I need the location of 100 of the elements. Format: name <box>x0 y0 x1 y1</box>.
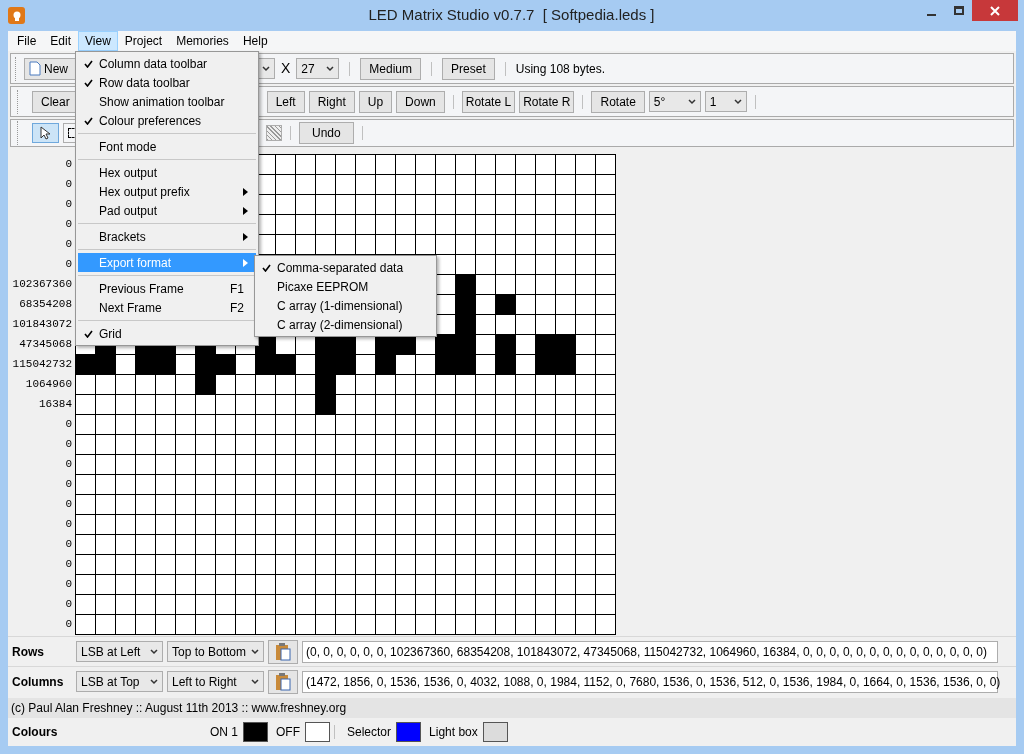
caret-icon <box>251 648 259 655</box>
data-bar-label: Rows <box>12 643 45 661</box>
count-dropdown[interactable]: 1 <box>704 91 747 112</box>
colour-label: OFF <box>276 724 300 741</box>
row-value: 102367360 <box>12 277 72 292</box>
row-value: 47345068 <box>19 337 72 352</box>
row-value: 68354208 <box>19 297 72 312</box>
clipboard-icon <box>275 642 291 661</box>
colour-swatch[interactable] <box>243 722 268 742</box>
rotate-button[interactable]: Rotate L <box>461 90 516 113</box>
row-value: 0 <box>65 517 72 532</box>
submenu-arrow-icon <box>243 187 248 196</box>
view-menu-item[interactable]: Hex output <box>78 163 256 182</box>
row-value: 0 <box>65 257 72 272</box>
row-value: 101843072 <box>12 317 72 332</box>
row-value: 16384 <box>39 397 72 412</box>
status-bar: (c) Paul Alan Freshney :: August 11th 2013 :: www.freshney.org <box>8 698 1016 718</box>
rotate-button[interactable]: Rotate <box>591 90 645 113</box>
close-button[interactable] <box>972 0 1018 21</box>
data-bar-label: Columns <box>12 673 65 691</box>
data-field[interactable]: (1472, 1856, 0, 1536, 1536, 0, 4032, 1088, 0, 1984, 1152, 0, 7680, 1536, 0, 1536, 512, 0, 1536, 1984, 0, 1664, 0, 1536, 1536, 0, 0) <box>302 670 998 693</box>
colour-swatch[interactable] <box>305 722 330 742</box>
maximize-icon <box>953 6 964 15</box>
paste-button[interactable] <box>268 669 298 694</box>
data-field[interactable]: (0, 0, 0, 0, 0, 0, 102367360, 68354208, 101843072, 47345068, 115042732, 1064960, 16384, 0, 0, 0, 0, 0, 0, 0, 0, 0, 0, 0, 0, 0, 0) <box>302 640 998 663</box>
shift-button[interactable]: Left <box>266 90 305 113</box>
check-icon <box>84 329 93 338</box>
view-menu-item[interactable]: Row data toolbar <box>78 73 256 92</box>
view-menu-item[interactable]: Next Frame F2 <box>78 298 256 317</box>
angle-dropdown[interactable]: 5° <box>648 91 701 112</box>
format-option[interactable]: C array (2-dimensional) <box>255 315 436 334</box>
select-tool[interactable] <box>32 123 59 143</box>
row-value: 0 <box>65 537 72 552</box>
check-icon <box>84 78 93 87</box>
row-value: 0 <box>65 597 72 612</box>
menu-item[interactable]: Edit <box>43 31 79 51</box>
row-value: 0 <box>65 177 72 192</box>
colour-label: Light box <box>429 724 478 741</box>
shift-button[interactable]: Down <box>396 90 445 113</box>
view-menu-item[interactable]: Colour preferences <box>78 111 256 130</box>
paste-button[interactable] <box>268 639 298 664</box>
colour-swatch[interactable] <box>482 722 508 742</box>
row-value: 0 <box>65 577 72 592</box>
submenu-arrow-icon <box>243 206 248 215</box>
times-label: X <box>281 59 291 78</box>
view-menu-item[interactable]: Hex output prefix <box>78 182 256 201</box>
bit-order-dropdown[interactable]: LSB at Left <box>76 641 163 662</box>
row-value: 115042732 <box>12 357 72 372</box>
view-menu-item[interactable]: Grid <box>78 324 256 343</box>
menu-item[interactable]: Memories <box>169 31 236 51</box>
shift-button[interactable]: Right <box>308 90 355 113</box>
colour-label: Selector <box>347 724 392 741</box>
menu-item[interactable]: File <box>10 31 44 51</box>
clipboard-icon <box>275 672 291 691</box>
caret-icon <box>687 98 696 105</box>
view-menu-item[interactable]: Previous Frame F1 <box>78 279 256 298</box>
colour-swatch[interactable] <box>396 722 422 742</box>
row-value: 0 <box>65 217 72 232</box>
submenu-arrow-icon <box>243 232 248 241</box>
direction-dropdown[interactable]: Top to Bottom <box>167 641 264 662</box>
undo-button[interactable]: Undo <box>299 122 354 144</box>
view-menu-item[interactable]: Pad output <box>78 201 256 220</box>
minimize-icon <box>927 13 936 16</box>
row-value: 0 <box>65 497 72 512</box>
close-icon <box>990 5 1000 16</box>
preset-button[interactable]: Preset <box>442 57 495 80</box>
height-dropdown[interactable]: 27 <box>296 58 340 79</box>
view-menu-item[interactable]: Brackets <box>78 227 256 246</box>
row-value: 0 <box>65 197 72 212</box>
bit-order-dropdown[interactable]: LSB at Top <box>76 671 163 692</box>
caret-icon <box>262 65 270 72</box>
new-button[interactable]: New <box>24 57 77 80</box>
check-icon <box>84 59 93 68</box>
usage-label: Using 108 bytes. <box>515 60 606 78</box>
caret-icon <box>251 678 259 685</box>
format-option[interactable]: C array (1-dimensional) <box>255 296 436 315</box>
format-option[interactable]: Comma-separated data <box>255 258 436 277</box>
view-menu-item[interactable]: Font mode <box>78 137 256 156</box>
view-menu-item[interactable]: Show animation toolbar <box>78 92 256 111</box>
pointer-icon <box>39 126 52 140</box>
format-option[interactable]: Picaxe EEPROM <box>255 277 436 296</box>
colours-label: Colours <box>12 724 59 741</box>
menu-item[interactable]: Project <box>117 31 170 51</box>
caret-icon <box>150 648 158 655</box>
document-icon <box>29 61 41 76</box>
medium-button[interactable]: Medium <box>360 57 422 80</box>
rotate-button[interactable]: Rotate R <box>519 90 575 113</box>
submenu-arrow-icon <box>243 258 248 267</box>
menu-item[interactable]: Help <box>235 31 275 51</box>
window-title: LED Matrix Studio v0.7.7 [ Softpedia.leds ] <box>368 5 655 26</box>
menu-item[interactable]: View <box>78 31 118 51</box>
check-icon <box>261 263 271 272</box>
view-menu-item[interactable]: Column data toolbar <box>78 54 256 73</box>
direction-dropdown[interactable]: Left to Right <box>167 671 264 692</box>
shift-button[interactable]: Up <box>358 90 393 113</box>
row-value: 0 <box>65 417 72 432</box>
app-icon <box>8 7 25 24</box>
row-value: 0 <box>65 437 72 452</box>
check-icon <box>84 116 93 125</box>
row-value: 0 <box>65 617 72 632</box>
